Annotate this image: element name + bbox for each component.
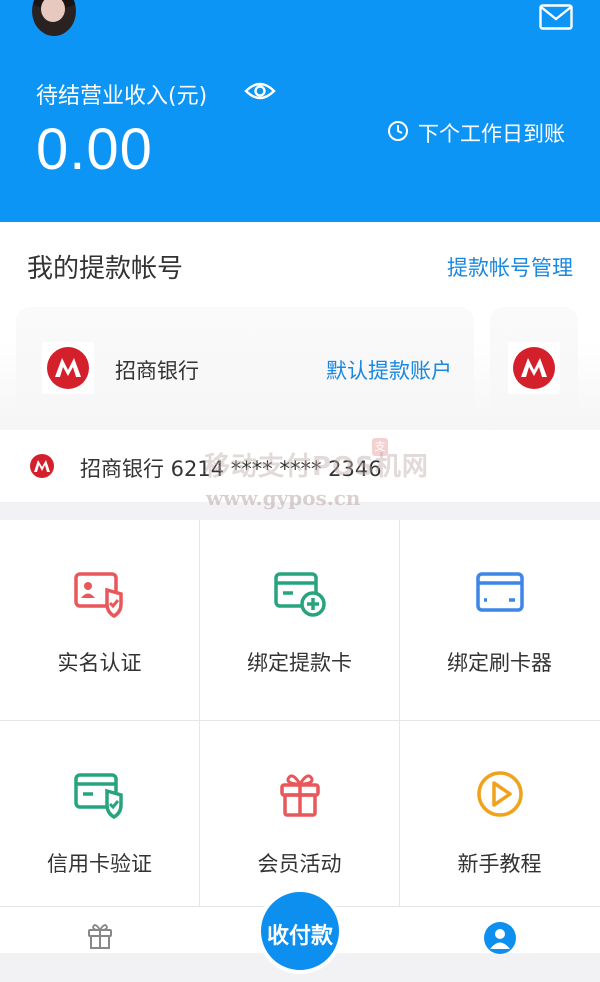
watermark-seal: 支 bbox=[372, 438, 388, 456]
gift-icon[interactable] bbox=[86, 922, 114, 950]
grid-item-label: 绑定提款卡 bbox=[247, 651, 352, 675]
grid-item-label: 信用卡验证 bbox=[47, 852, 152, 876]
header-banner bbox=[0, 0, 600, 222]
gift-icon bbox=[280, 774, 320, 817]
grid-item-bind-withdraw-card[interactable]: 绑定提款卡 bbox=[200, 520, 399, 719]
grid-item-credit-card-verify[interactable]: 信用卡验证 bbox=[0, 721, 199, 920]
grid-item-beginner-tutorial[interactable]: 新手教程 bbox=[400, 721, 599, 920]
user-profile-icon[interactable] bbox=[484, 922, 516, 954]
grid-item-label: 实名认证 bbox=[57, 651, 142, 675]
watermark-text: 移动支付POS机网 bbox=[204, 452, 429, 482]
collect-payment-button[interactable]: 收付款 bbox=[257, 888, 343, 974]
settlement-time-text: 下个工作日到账 bbox=[418, 122, 565, 146]
play-circle-icon bbox=[477, 771, 523, 817]
default-account-label: 默认提款账户 bbox=[326, 359, 452, 383]
card-verify-icon bbox=[74, 773, 123, 819]
grid-item-label: 新手教程 bbox=[457, 852, 542, 876]
grid-item-label: 绑定刷卡器 bbox=[447, 651, 552, 675]
cmb-bank-logo-icon bbox=[508, 342, 560, 394]
grid-item-bind-card-reader[interactable]: 绑定刷卡器 bbox=[400, 520, 599, 719]
mail-icon[interactable] bbox=[539, 4, 573, 30]
cmb-bank-logo-icon bbox=[42, 342, 94, 394]
pending-amount: 0.00 bbox=[36, 117, 153, 182]
card-add-icon bbox=[274, 572, 326, 617]
clock-icon bbox=[388, 121, 408, 141]
cmb-bank-small-icon bbox=[30, 454, 54, 478]
grid-item-label: 会员活动 bbox=[257, 852, 342, 876]
card-reader-icon bbox=[476, 572, 524, 612]
id-card-shield-icon bbox=[74, 572, 123, 618]
watermark-url: www.gypos.cn bbox=[206, 486, 361, 510]
bank-card-next[interactable] bbox=[490, 307, 578, 433]
grid-item-realname-auth[interactable]: 实名认证 bbox=[0, 520, 199, 719]
card-bank-name: 招商银行 bbox=[115, 359, 199, 383]
pending-income-label: 待结营业收入(元) bbox=[36, 84, 208, 109]
section-title: 我的提款帐号 bbox=[27, 254, 184, 284]
function-grid: 实名认证 绑定提款卡 绑定刷卡器 信用卡验证 会员活动 新手教程 bbox=[0, 520, 600, 920]
eye-icon[interactable] bbox=[244, 80, 276, 102]
manage-accounts-link[interactable]: 提款帐号管理 bbox=[447, 252, 573, 282]
